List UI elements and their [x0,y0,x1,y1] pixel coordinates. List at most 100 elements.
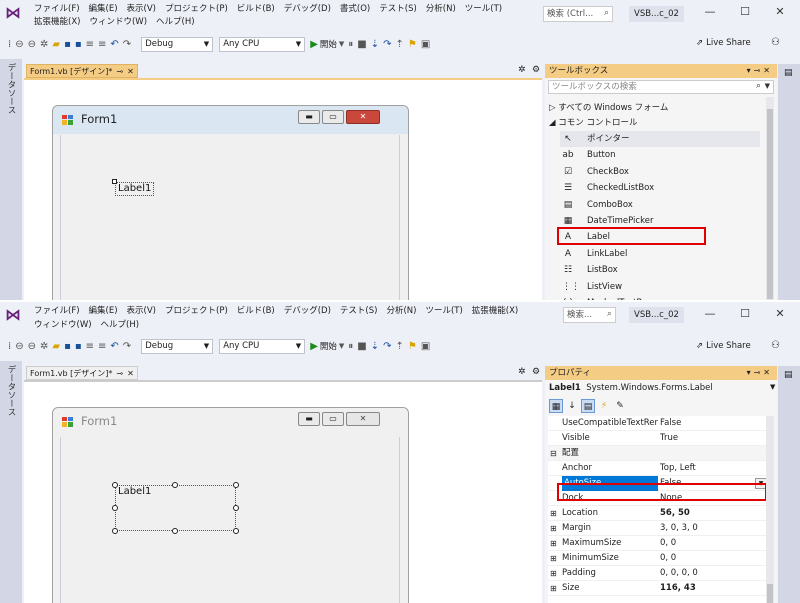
comment-icon[interactable]: ≡ [86,39,94,50]
feedback-icon[interactable]: ⚇ [771,340,780,351]
resize-handle-w[interactable] [112,505,118,511]
label1-control[interactable]: Label1 [115,485,236,531]
toolbox-item-checkbox[interactable]: ☑ CheckBox [560,164,760,180]
uncomment-icon[interactable]: ≡ [98,39,106,50]
step-into-icon[interactable]: ⇣ [371,39,379,50]
redo-icon[interactable]: ↷ [123,341,131,352]
property-value[interactable]: True [660,431,768,446]
back-icon[interactable]: ⊖ [15,39,23,50]
menu-item[interactable]: 表示(V) [127,3,156,16]
menu-item[interactable]: 拡張機能(X) [34,16,80,29]
expand-icon[interactable]: ⊟ [550,446,557,461]
toolbox-side-icon[interactable]: ▤ [784,370,793,380]
menu-item[interactable]: テスト(S) [379,3,417,16]
start-button[interactable]: 開始 [320,38,337,50]
comment-icon[interactable]: ≡ [86,341,94,352]
menu-item[interactable]: ツール(T) [425,305,462,318]
designer-icon[interactable]: ▣ [421,39,430,50]
save-icon[interactable]: ▪ [64,341,71,352]
chevron-down-icon[interactable]: ▼ [765,81,770,92]
stop-icon[interactable]: ■ [357,39,366,50]
new-project-icon[interactable]: ✲ [40,341,48,352]
property-value[interactable]: Top, Left [660,461,768,476]
menu-item[interactable]: プロジェクト(P) [165,305,228,318]
step-over-icon[interactable]: ↷ [383,341,391,352]
toolbox-item-button[interactable]: ab Button [560,147,760,163]
start-dropdown-icon[interactable]: ▼ [339,342,344,350]
toolbox-item-checkedlistbox[interactable]: ☰ CheckedListBox [560,180,760,196]
form-minimize-button[interactable]: ▬ [298,110,320,124]
maximize-icon[interactable]: ☐ [738,5,752,18]
expand-icon[interactable]: ⊞ [550,551,557,566]
redo-icon[interactable]: ↷ [123,39,131,50]
chevron-down-icon[interactable]: ▼ [770,383,775,391]
configuration-select[interactable]: Debug ▼ [141,338,214,354]
menu-item[interactable]: 編集(E) [89,305,118,318]
step-over-icon[interactable]: ↷ [383,39,391,50]
menu-item[interactable]: 分析(N) [386,305,416,318]
menu-item[interactable]: デバッグ(D) [284,305,331,318]
property-row[interactable]: ⊞ MaximumSize 0, 0 [548,536,770,551]
menu-item[interactable]: ビルド(B) [237,305,275,318]
undo-icon[interactable]: ↶ [110,341,118,352]
open-icon[interactable]: ▰ [52,39,60,50]
toolbox-search-input[interactable]: ツールボックスの検索 ⌕ ▼ [548,80,774,94]
minimize-icon[interactable]: — [703,307,717,320]
object-selector[interactable]: Label1 System.Windows.Forms.Label ▼ [549,383,775,393]
menu-item[interactable]: 分析(N) [426,3,456,16]
property-row[interactable]: UseCompatibleTextRen False [548,416,770,431]
properties-icon[interactable]: ▤ [581,399,595,413]
breakpoint-icon[interactable]: ⚑ [408,39,417,50]
property-value[interactable]: False [660,416,768,431]
form-client-area[interactable]: Label1 [60,437,400,603]
resize-handle-ne[interactable] [233,482,239,488]
toolbox-item-listbox[interactable]: ☷ ListBox [560,262,760,278]
pin-icon[interactable]: ⊸ [116,67,123,76]
close-tab-icon[interactable]: ✕ [127,369,134,378]
form-close-button[interactable]: ✕ [346,412,380,426]
property-row[interactable]: ⊞ Size 116, 43 [548,581,770,596]
maximize-icon[interactable]: ☐ [738,307,752,320]
property-value[interactable]: 116, 43 [660,581,768,596]
property-value[interactable]: 0, 0, 0, 0 [660,566,768,581]
menu-item[interactable]: 拡張機能(X) [472,305,518,318]
scrollbar-thumb[interactable] [767,584,773,603]
menu-item[interactable]: テスト(S) [340,305,378,318]
form-maximize-button[interactable]: ▭ [322,110,344,124]
resize-handle-s[interactable] [172,528,178,534]
search-box[interactable]: 検索... ⌕ [563,307,616,323]
feedback-icon[interactable]: ⚇ [771,37,780,48]
categorized-icon[interactable]: ▦ [549,399,563,413]
settings-icon[interactable]: ⚙ [532,367,540,377]
close-icon[interactable]: ✕ [773,307,787,320]
forward-icon[interactable]: ⊖ [28,341,36,352]
alphabetical-icon[interactable]: ↓ [565,399,579,413]
resize-handle-e[interactable] [233,505,239,511]
platform-select[interactable]: Any CPU ▼ [219,36,306,52]
menu-item[interactable]: 編集(E) [89,3,118,16]
designer-surface[interactable]: Form1 ▬ ▭ ✕ Label1 [24,78,542,301]
tab-menu-icon[interactable]: ✲ [518,65,526,75]
property-row[interactable]: ⊞ MinimumSize 0, 0 [548,551,770,566]
toolbox-item-combobox[interactable]: ▤ ComboBox [560,197,760,213]
resize-handle[interactable] [112,179,117,184]
step-into-icon[interactable]: ⇣ [371,341,379,352]
pane-controls[interactable]: ▾⊸✕ [747,367,773,379]
uncomment-icon[interactable]: ≡ [98,341,106,352]
live-share-button[interactable]: ⇗ Live Share [696,38,751,48]
property-row[interactable]: ⊞ Margin 3, 0, 3, 0 [548,521,770,536]
minimize-icon[interactable]: — [703,5,717,18]
stop-icon[interactable]: ■ [357,341,366,352]
platform-select[interactable]: Any CPU ▼ [219,338,306,354]
tab-form1-design[interactable]: Form1.vb [デザイン]* ⊸ ✕ [26,64,138,78]
close-icon[interactable]: ✕ [773,5,787,18]
menu-item[interactable]: デバッグ(D) [284,3,331,16]
resize-handle-nw[interactable] [112,482,118,488]
form1-window[interactable]: Form1 ▬ ▭ ✕ Label1 [52,105,409,301]
menu-item[interactable]: ヘルプ(H) [101,319,140,332]
start-icon[interactable]: ▶ [310,341,318,352]
new-project-icon[interactable]: ✲ [40,39,48,50]
start-button[interactable]: 開始 [320,340,337,352]
close-tab-icon[interactable]: ✕ [127,67,134,76]
save-all-icon[interactable]: ▪ [75,341,82,352]
